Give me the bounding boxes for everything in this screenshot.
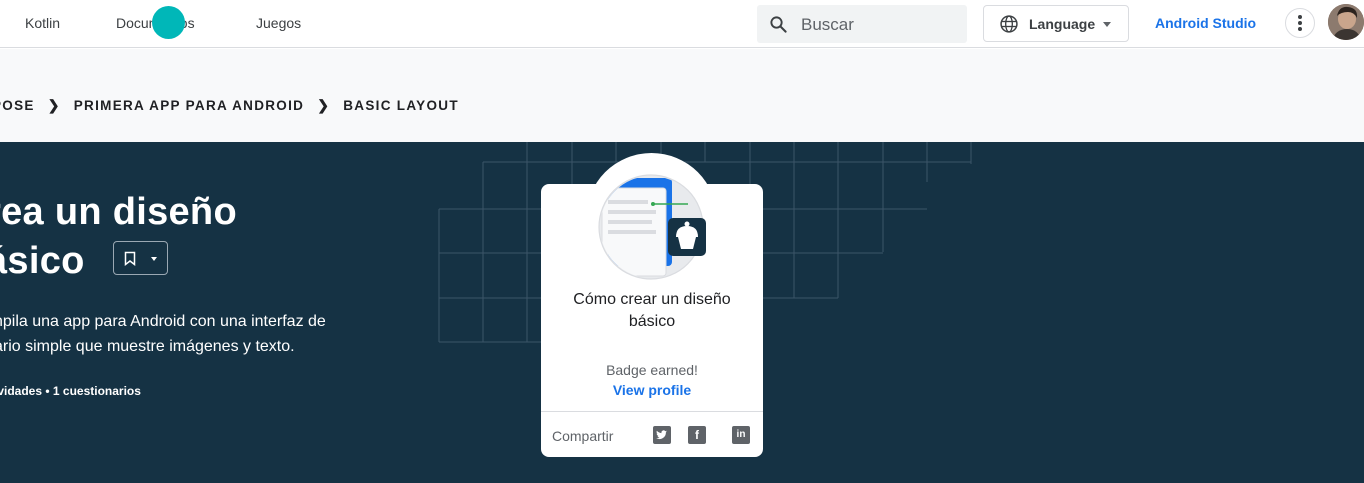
more-vert-icon bbox=[1298, 15, 1302, 19]
chevron-down-icon bbox=[1103, 22, 1111, 27]
chevron-down-icon bbox=[151, 257, 157, 261]
linkedin-icon[interactable]: in bbox=[732, 426, 750, 444]
search-input[interactable] bbox=[799, 13, 963, 37]
globe-icon bbox=[1000, 15, 1018, 33]
facebook-icon[interactable]: f bbox=[688, 426, 706, 444]
divider bbox=[541, 411, 763, 412]
nav-link-kotlin[interactable]: Kotlin bbox=[25, 15, 60, 31]
android-studio-link[interactable]: Android Studio bbox=[1155, 15, 1256, 31]
avatar-image bbox=[1328, 4, 1364, 40]
activity-count: ividades • 1 cuestionarios bbox=[0, 384, 141, 398]
user-avatar[interactable] bbox=[1328, 4, 1364, 40]
badge-earned-text: Badge earned! bbox=[606, 362, 698, 378]
chevron-right-icon: ❯ bbox=[317, 97, 331, 113]
breadcrumb-item-primera-app[interactable]: PRIMERA APP PARA ANDROID bbox=[74, 98, 304, 113]
page-description: npila una app para Android con una inter… bbox=[0, 313, 326, 355]
breadcrumb-bar: POSE ❯ PRIMERA APP PARA ANDROID ❯ BASIC LAYO… bbox=[0, 49, 1364, 142]
search-icon bbox=[770, 16, 787, 33]
badge-title: Cómo crear un diseño básico bbox=[573, 291, 731, 330]
language-label: Language bbox=[1029, 16, 1096, 32]
chevron-right-icon: ❯ bbox=[47, 97, 61, 113]
breadcrumb-item-basic-layout[interactable]: BASIC LAYOUT bbox=[343, 98, 459, 113]
view-profile-link[interactable]: View profile bbox=[541, 382, 763, 398]
twitter-icon[interactable] bbox=[653, 426, 671, 444]
bookmark-icon bbox=[124, 251, 136, 266]
pointer-cursor-indicator bbox=[152, 6, 185, 39]
nav-link-juegos[interactable]: Juegos bbox=[256, 15, 301, 31]
language-selector[interactable]: Language bbox=[983, 5, 1129, 42]
more-options-button[interactable] bbox=[1285, 8, 1315, 38]
breadcrumb-item-compose[interactable]: POSE bbox=[0, 98, 35, 113]
breadcrumb: POSE ❯ PRIMERA APP PARA ANDROID ❯ BASIC LAYO… bbox=[0, 97, 459, 114]
top-navigation: Kotlin Documentos Juegos Language Androi… bbox=[0, 0, 1364, 48]
search-box[interactable] bbox=[757, 5, 967, 43]
badge-icon-cupcake bbox=[598, 174, 706, 280]
share-label: Compartir bbox=[552, 428, 614, 444]
bookmark-button[interactable] bbox=[113, 241, 168, 275]
